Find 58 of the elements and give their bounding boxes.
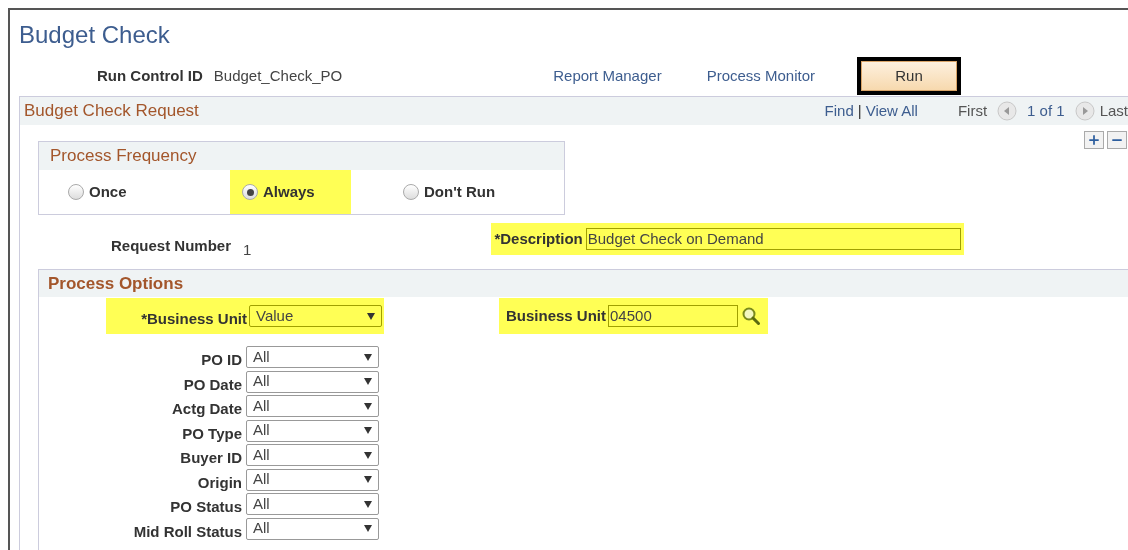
field-label: Buyer ID xyxy=(179,450,243,466)
panel-title: Budget Check Request xyxy=(24,100,199,123)
first-label: First xyxy=(957,100,988,121)
radio-button[interactable] xyxy=(403,184,419,200)
field-label: PO Type xyxy=(181,425,243,442)
field-label: PO Status xyxy=(169,499,243,515)
radio-option[interactable]: Once xyxy=(56,170,206,214)
radio-button[interactable] xyxy=(68,184,84,200)
caret-icon xyxy=(364,476,372,483)
field-label: PO Date xyxy=(182,376,243,393)
run-control-value: Budget_Check_PO xyxy=(213,65,343,86)
plus-icon xyxy=(1087,133,1101,147)
find-link[interactable]: Find xyxy=(824,99,854,123)
filter-dropdown[interactable]: All xyxy=(246,493,379,515)
field-label: *Business Unit xyxy=(141,308,247,329)
radio-option[interactable]: Don't Run xyxy=(391,170,508,214)
filter-dropdown[interactable]: All xyxy=(246,468,379,491)
caret-icon xyxy=(364,525,372,532)
link[interactable]: Process Monitor xyxy=(706,64,816,88)
field-label: Run Control ID xyxy=(97,65,203,86)
add-row-button[interactable] xyxy=(1084,131,1104,149)
radio-button[interactable] xyxy=(242,184,258,200)
filter-dropdown[interactable]: All xyxy=(246,370,379,393)
field-label: PO ID xyxy=(200,352,243,368)
field-label: Mid Roll Status xyxy=(132,523,243,540)
delete-row-button[interactable] xyxy=(1107,131,1127,149)
box-title: Process Options xyxy=(48,272,184,295)
row-count: 1 of 1 xyxy=(1027,100,1065,121)
caret-icon xyxy=(364,500,372,508)
filter-dropdown[interactable]: All xyxy=(246,346,379,368)
filter-dropdown[interactable]: All xyxy=(246,444,379,466)
search-icon[interactable] xyxy=(741,306,762,326)
field-label: Origin xyxy=(196,474,243,491)
caret-icon xyxy=(364,378,372,385)
radio-option[interactable]: Always xyxy=(230,170,351,214)
field-label: Actg Date xyxy=(171,401,243,417)
view-all-link[interactable]: View All xyxy=(865,99,918,123)
box-title: Process Frequency xyxy=(50,145,197,168)
field-label: *Description xyxy=(494,228,583,249)
field-label: Business Unit xyxy=(506,305,607,326)
page-title: Budget Check xyxy=(19,20,171,50)
business-unit-field[interactable]: 04500 xyxy=(608,305,739,327)
caret-icon xyxy=(367,312,375,320)
description-field[interactable]: Budget Check on Demand xyxy=(585,228,961,250)
caret-icon xyxy=(364,353,372,361)
business-unit-dropdown[interactable]: Value xyxy=(249,305,382,327)
field-label: Request Number xyxy=(111,235,232,256)
request-number-value: 1 xyxy=(243,239,252,260)
last-label: Last xyxy=(1099,100,1128,121)
separator: | xyxy=(857,100,862,121)
link[interactable]: Report Manager xyxy=(553,64,662,88)
caret-icon xyxy=(364,427,372,434)
caret-icon xyxy=(364,451,372,459)
filter-dropdown[interactable]: All xyxy=(246,517,379,540)
run-button[interactable]: Run xyxy=(857,57,962,95)
filter-dropdown[interactable]: All xyxy=(246,395,379,417)
filter-dropdown[interactable]: All xyxy=(246,419,379,442)
caret-icon xyxy=(364,402,372,410)
